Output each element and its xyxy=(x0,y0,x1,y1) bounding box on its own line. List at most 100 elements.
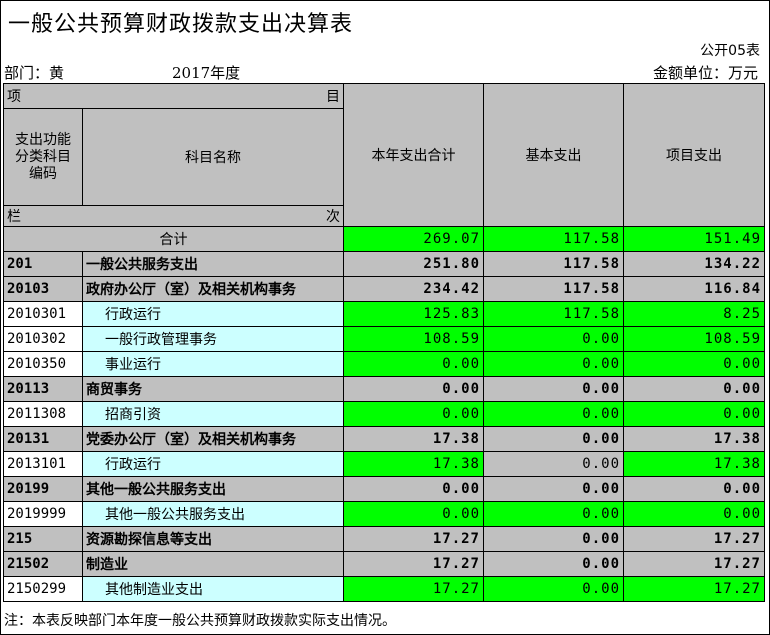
row-code: 215 xyxy=(3,526,83,552)
row-v3: 17.27 xyxy=(623,551,765,577)
row-v2: 0.00 xyxy=(483,451,624,477)
row-code: 20103 xyxy=(3,276,83,302)
total-v2: 117.58 xyxy=(483,226,624,252)
row-name: 行政运行 xyxy=(82,451,344,477)
row-v1: 0.00 xyxy=(343,376,484,402)
row-v2: 0.00 xyxy=(483,476,624,502)
row-v1: 17.27 xyxy=(343,576,484,602)
row-code: 2010302 xyxy=(3,326,83,352)
row-name: 事业运行 xyxy=(82,351,344,377)
total-label: 合计 xyxy=(3,226,344,252)
row-v3: 8.25 xyxy=(623,301,765,327)
row-name: 制造业 xyxy=(82,551,344,577)
row-v3: 17.38 xyxy=(623,451,765,477)
table-row: 2019999 其他一般公共服务支出 0.00 0.00 0.00 xyxy=(3,501,765,527)
row-name: 政府办公厅（室）及相关机构事务 xyxy=(82,276,344,302)
row-v2: 0.00 xyxy=(483,326,624,352)
row-v3: 17.27 xyxy=(623,576,765,602)
row-v1: 125.83 xyxy=(343,301,484,327)
row-v2: 0.00 xyxy=(483,501,624,527)
row-v1: 17.27 xyxy=(343,526,484,552)
row-v1: 0.00 xyxy=(343,476,484,502)
row-code: 2011308 xyxy=(3,401,83,427)
row-code: 20199 xyxy=(3,476,83,502)
row-name: 一般公共服务支出 xyxy=(82,251,344,277)
expenditure-table: 项 目 本年支出合计 基本支出 项目支出 支出功能分类科目编码 科目名称 栏 次… xyxy=(3,83,765,602)
row-v2: 117.58 xyxy=(483,276,624,302)
row-v1: 251.80 xyxy=(343,251,484,277)
row-code: 20113 xyxy=(3,376,83,402)
table-row: 20103 政府办公厅（室）及相关机构事务 234.42 117.58 116.84 xyxy=(3,276,765,302)
table-row: 2010302 一般行政管理事务 108.59 0.00 108.59 xyxy=(3,326,765,352)
total-row: 合计 269.07 117.58 151.49 xyxy=(3,226,765,252)
row-v2: 0.00 xyxy=(483,401,624,427)
row-v2: 0.00 xyxy=(483,351,624,377)
row-v3: 0.00 xyxy=(623,376,765,402)
row-code: 2013101 xyxy=(3,451,83,477)
row-v2: 117.58 xyxy=(483,301,624,327)
header-code-col: 支出功能分类科目编码 xyxy=(3,108,83,206)
row-v1: 0.00 xyxy=(343,401,484,427)
row-code: 2010301 xyxy=(3,301,83,327)
header-ci: 次 xyxy=(326,209,340,225)
row-name: 党委办公厅（室）及相关机构事务 xyxy=(82,426,344,452)
row-code: 2150299 xyxy=(3,576,83,602)
table-row: 2013101 行政运行 17.38 0.00 17.38 xyxy=(3,451,765,477)
row-v1: 17.27 xyxy=(343,551,484,577)
row-name: 商贸事务 xyxy=(82,376,344,402)
header-item-cell: 项 目 xyxy=(3,83,344,109)
row-v3: 108.59 xyxy=(623,326,765,352)
row-code: 20131 xyxy=(3,426,83,452)
row-v3: 17.27 xyxy=(623,526,765,552)
header-total-col: 本年支出合计 xyxy=(343,83,484,227)
row-code: 2010350 xyxy=(3,351,83,377)
row-v2: 0.00 xyxy=(483,426,624,452)
row-v2: 0.00 xyxy=(483,551,624,577)
header-project-col: 项目支出 xyxy=(623,83,765,227)
row-v3: 0.00 xyxy=(623,401,765,427)
row-v3: 116.84 xyxy=(623,276,765,302)
table-row: 2011308 招商引资 0.00 0.00 0.00 xyxy=(3,401,765,427)
table-row: 21502 制造业 17.27 0.00 17.27 xyxy=(3,551,765,577)
header-lan: 栏 xyxy=(7,209,21,225)
header-mu: 目 xyxy=(326,89,340,105)
table-row: 215 资源勘探信息等支出 17.27 0.00 17.27 xyxy=(3,526,765,552)
header-name-col: 科目名称 xyxy=(82,108,344,206)
row-name: 其他一般公共服务支出 xyxy=(82,476,344,502)
amount-unit: 金额单位：万元 xyxy=(652,64,758,82)
row-v2: 117.58 xyxy=(483,251,624,277)
table-row: 201 一般公共服务支出 251.80 117.58 134.22 xyxy=(3,251,765,277)
row-v1: 17.38 xyxy=(343,451,484,477)
row-name: 招商引资 xyxy=(82,401,344,427)
fiscal-year: 2017年度 xyxy=(172,64,241,82)
row-name: 一般行政管理事务 xyxy=(82,326,344,352)
row-v1: 108.59 xyxy=(343,326,484,352)
row-v2: 0.00 xyxy=(483,526,624,552)
row-name: 行政运行 xyxy=(82,301,344,327)
row-v3: 134.22 xyxy=(623,251,765,277)
form-number: 公开05表 xyxy=(700,43,760,59)
row-v1: 234.42 xyxy=(343,276,484,302)
table-row: 2150299 其他制造业支出 17.27 0.00 17.27 xyxy=(3,576,765,602)
row-code: 2019999 xyxy=(3,501,83,527)
row-v1: 0.00 xyxy=(343,351,484,377)
table-row: 2010350 事业运行 0.00 0.00 0.00 xyxy=(3,351,765,377)
row-code: 201 xyxy=(3,251,83,277)
row-v1: 17.38 xyxy=(343,426,484,452)
header-basic-col: 基本支出 xyxy=(483,83,624,227)
total-v1: 269.07 xyxy=(343,226,484,252)
row-name: 资源勘探信息等支出 xyxy=(82,526,344,552)
total-v3: 151.49 xyxy=(623,226,765,252)
table-row: 20199 其他一般公共服务支出 0.00 0.00 0.00 xyxy=(3,476,765,502)
department-label: 部门：黄 xyxy=(4,64,65,82)
header-lanci-cell: 栏 次 xyxy=(3,205,344,227)
row-name: 其他制造业支出 xyxy=(82,576,344,602)
table-row: 20113 商贸事务 0.00 0.00 0.00 xyxy=(3,376,765,402)
report-title: 一般公共预算财政拨款支出决算表 xyxy=(8,12,354,37)
row-v3: 17.38 xyxy=(623,426,765,452)
row-v1: 0.00 xyxy=(343,501,484,527)
row-v2: 0.00 xyxy=(483,576,624,602)
row-v2: 0.00 xyxy=(483,376,624,402)
row-name: 其他一般公共服务支出 xyxy=(82,501,344,527)
header-xiang: 项 xyxy=(7,89,21,105)
